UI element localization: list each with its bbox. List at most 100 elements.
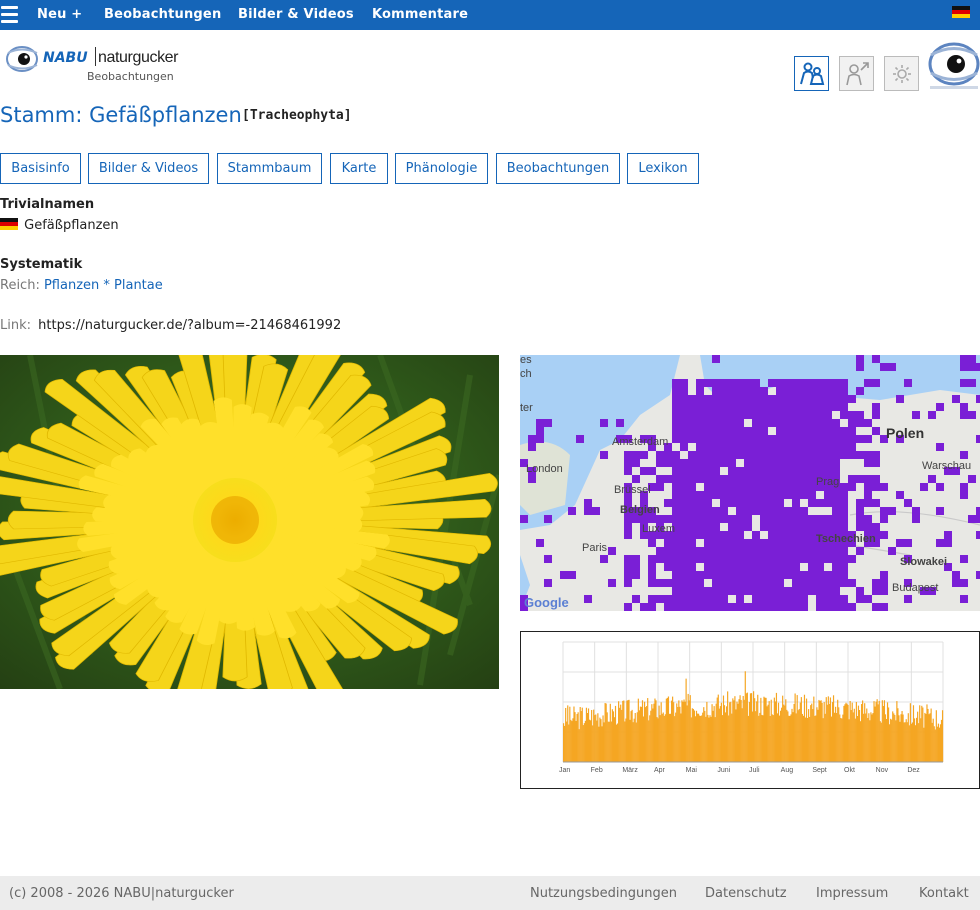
- map-cell: [648, 555, 656, 563]
- tab-map[interactable]: Karte: [330, 153, 388, 184]
- phenology-bar: [569, 706, 571, 762]
- map-cell: [720, 579, 728, 587]
- map-cell: [752, 467, 760, 475]
- map-cell: [800, 507, 808, 515]
- map-cell: [768, 403, 776, 411]
- map-cell: [864, 499, 872, 507]
- phenology-bar: [843, 705, 845, 762]
- nav-images-videos[interactable]: Bilder & Videos: [238, 7, 354, 22]
- map-cell: [768, 555, 776, 563]
- footer-link-privacy[interactable]: Datenschutz: [705, 886, 787, 901]
- map-cell: [816, 411, 824, 419]
- map-cell: [752, 395, 760, 403]
- tab-basisinfo[interactable]: Basisinfo: [0, 153, 81, 184]
- map-cell: [656, 547, 664, 555]
- map-cell: [680, 395, 688, 403]
- species-photo[interactable]: [0, 355, 499, 689]
- map-cell: [840, 395, 848, 403]
- map-cell: [824, 499, 832, 507]
- phenology-bar: [673, 702, 675, 762]
- map-cell: [800, 443, 808, 451]
- phenology-bar: [817, 709, 819, 762]
- site-logo[interactable]: NABU naturgucker Beobachtungen: [6, 42, 178, 86]
- map-cell: [696, 459, 704, 467]
- phenology-bar: [856, 716, 859, 762]
- map-cell: [960, 379, 968, 387]
- map-cell: [672, 459, 680, 467]
- kingdom-link[interactable]: Pflanzen * Plantae: [44, 278, 163, 293]
- map-cell: [648, 579, 656, 587]
- phenology-bar: [855, 701, 857, 762]
- nav-observations[interactable]: Beobachtungen: [104, 7, 221, 22]
- map-cell: [816, 571, 824, 579]
- map-cell: [760, 539, 768, 547]
- map-canvas: es ch ter London Amsterdam Brüssel Belgi…: [520, 355, 980, 611]
- map-cell: [848, 579, 856, 587]
- map-cell: [624, 603, 632, 611]
- phenology-bar: [924, 712, 926, 762]
- flag-de-icon[interactable]: [952, 6, 970, 18]
- phenology-bar: [754, 698, 756, 762]
- tab-observations[interactable]: Beobachtungen: [496, 153, 620, 184]
- phenology-bar: [835, 706, 837, 762]
- tab-phenology[interactable]: Phänologie: [395, 153, 488, 184]
- map-cell: [688, 459, 696, 467]
- tab-images-videos[interactable]: Bilder & Videos: [88, 153, 209, 184]
- map-cell: [840, 411, 848, 419]
- map-cell: [640, 515, 648, 523]
- map-cell: [760, 451, 768, 459]
- phenology-chart[interactable]: Jan Feb März Apr Mai Juni Juli Aug Sept Okt Nov Dez: [520, 631, 980, 789]
- tab-family-tree[interactable]: Stammbaum: [217, 153, 322, 184]
- nav-comments[interactable]: Kommentare: [372, 7, 468, 22]
- map-cell: [568, 571, 576, 579]
- nav-new[interactable]: Neu +: [37, 7, 82, 22]
- settings-button[interactable]: [884, 56, 919, 91]
- community-button[interactable]: [794, 56, 829, 91]
- map-cell: [696, 435, 704, 443]
- phenology-bar: [896, 701, 898, 762]
- menu-icon[interactable]: [1, 6, 18, 23]
- phenology-bar: [603, 722, 605, 762]
- map-cell: [872, 603, 880, 611]
- map-cell: [704, 515, 712, 523]
- map-cell: [800, 531, 808, 539]
- map-cell: [680, 571, 688, 579]
- map-cell: [632, 555, 640, 563]
- map-cell: [872, 499, 880, 507]
- map-cell: [960, 451, 968, 459]
- map-cell: [736, 379, 744, 387]
- map-cell: [864, 435, 872, 443]
- map-cell: [744, 387, 752, 395]
- map-cell: [528, 435, 536, 443]
- map-cell: [688, 499, 696, 507]
- phenology-bar: [692, 708, 694, 762]
- map-cell: [808, 579, 816, 587]
- naturgucker-badge-icon[interactable]: [928, 40, 980, 92]
- phenology-bar: [939, 724, 942, 762]
- map-cell: [704, 483, 712, 491]
- map-cell: [624, 571, 632, 579]
- map-cell: [816, 467, 824, 475]
- map-cell: [672, 579, 680, 587]
- map-cell: [776, 531, 784, 539]
- phenology-bar: [867, 717, 869, 762]
- footer-link-imprint[interactable]: Impressum: [816, 886, 888, 901]
- map-cell: [808, 531, 816, 539]
- distribution-map[interactable]: es ch ter London Amsterdam Brüssel Belgi…: [520, 355, 980, 611]
- phenology-bar: [708, 717, 710, 762]
- map-cell: [744, 483, 752, 491]
- phenology-bar: [729, 702, 731, 762]
- map-cell: [680, 379, 688, 387]
- map-cell: [968, 379, 976, 387]
- map-cell: [776, 491, 784, 499]
- profile-button[interactable]: [839, 56, 874, 91]
- footer-link-terms[interactable]: Nutzungsbedingungen: [530, 886, 677, 901]
- map-cell: [696, 427, 704, 435]
- map-cell: [792, 539, 800, 547]
- map-cell: [696, 443, 704, 451]
- map-cell: [712, 427, 720, 435]
- phenology-bar: [613, 717, 616, 762]
- tab-lexicon[interactable]: Lexikon: [627, 153, 699, 184]
- link-value[interactable]: https://naturgucker.de/?album=-214684619…: [38, 318, 341, 333]
- footer-link-contact[interactable]: Kontakt: [919, 886, 969, 901]
